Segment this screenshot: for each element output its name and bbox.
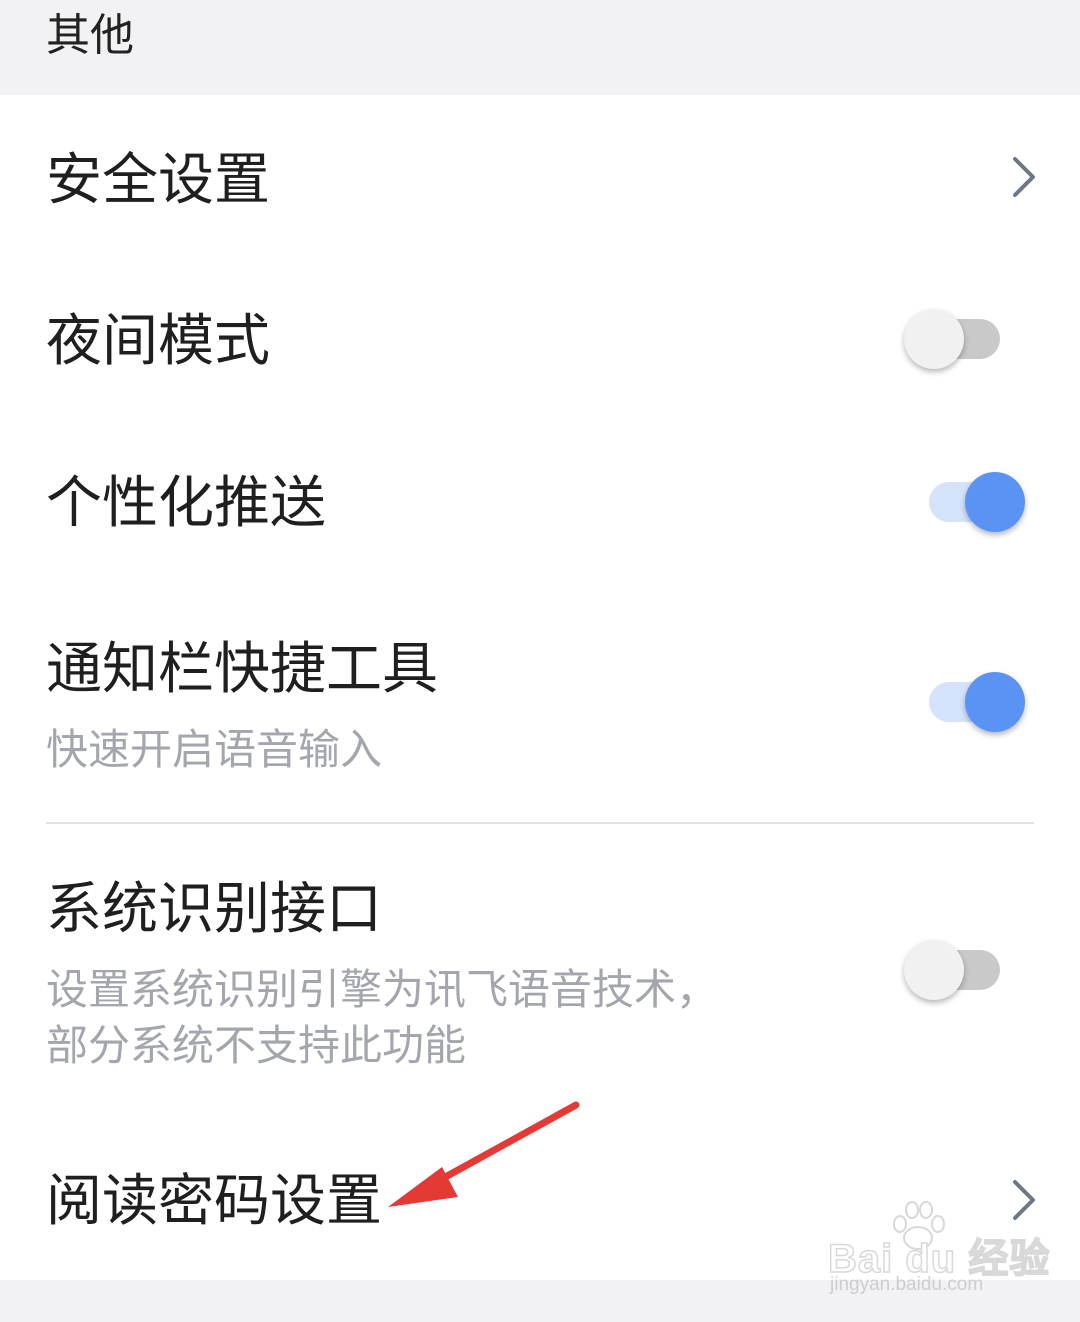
personalized-push-toggle[interactable] [925, 470, 1025, 534]
settings-row-title: 阅读密码设置 [46, 1169, 382, 1234]
toggle-knob [965, 472, 1025, 532]
notification-tools-toggle[interactable] [925, 670, 1025, 734]
night-mode-toggle[interactable] [904, 307, 1004, 371]
section-header: 其他 [0, 0, 1080, 95]
chevron-right-icon [1013, 157, 1035, 197]
toggle-knob [965, 672, 1025, 732]
settings-row-subtitle: 设置系统识别引擎为讯飞语音技术， [46, 965, 719, 1014]
settings-row-system-recognition: 系统识别接口 设置系统识别引擎为讯飞语音技术， 部分系统不支持此功能 [0, 824, 1080, 1100]
settings-row-personalized-push: 个性化推送 [0, 425, 1080, 590]
toggle-knob [904, 940, 964, 1000]
settings-row-night-mode: 夜间模式 [0, 265, 1080, 420]
red-arrow-icon [388, 1101, 580, 1207]
settings-row-title: 安全设置 [46, 148, 270, 213]
settings-row-security[interactable]: 安全设置 [0, 95, 1080, 265]
toggle-knob [904, 309, 964, 369]
settings-row-title: 系统识别接口 [46, 877, 382, 942]
settings-row-subtitle: 快速开启语音输入 [46, 725, 383, 774]
settings-row-subtitle: 部分系统不支持此功能 [46, 1021, 467, 1070]
system-recognition-toggle[interactable] [904, 938, 1004, 1002]
watermark-url: jingyan.baidu.com [830, 1274, 984, 1295]
settings-row-title: 通知栏快捷工具 [46, 637, 438, 702]
section-title: 其他 [46, 10, 134, 61]
settings-row-title: 个性化推送 [46, 471, 326, 536]
watermark: Bai du 经验 jingyan.baidu.com [827, 1198, 1050, 1308]
settings-row-title: 夜间模式 [46, 309, 270, 374]
settings-row-notification-tools: 通知栏快捷工具 快速开启语音输入 [0, 600, 1080, 820]
